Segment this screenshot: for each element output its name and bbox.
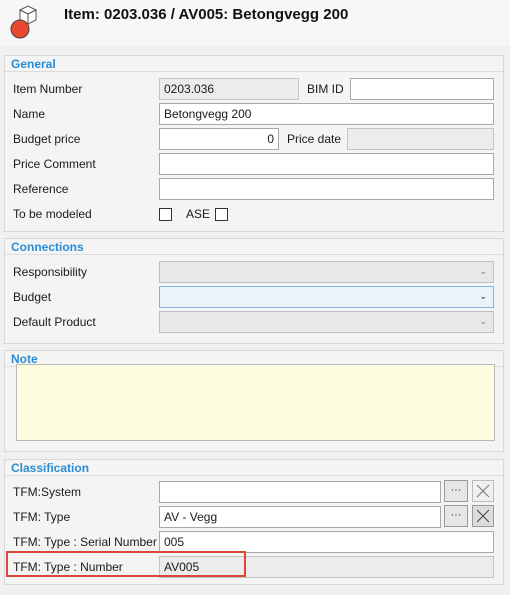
highlight-box	[6, 551, 246, 577]
name-label: Name	[13, 107, 46, 121]
price-comment-label: Price Comment	[13, 157, 96, 171]
tfm-serial-label: TFM: Type : Serial Number	[13, 535, 157, 549]
page-title: Item: 0203.036 / AV005: Betongvegg 200	[64, 6, 349, 23]
price-date-label: Price date	[287, 132, 342, 146]
chevron-down-icon: ⌄	[479, 266, 487, 276]
classification-section-title: Classification	[11, 461, 90, 475]
section-divider	[5, 254, 503, 255]
note-section: Note	[4, 350, 504, 452]
to-be-modeled-label: To be modeled	[13, 207, 92, 221]
responsibility-label: Responsibility	[13, 265, 88, 279]
tfm-system-clear-button[interactable]	[472, 480, 494, 502]
tfm-type-clear-button[interactable]	[472, 505, 494, 527]
budget-dropdown[interactable]: ⌄	[159, 286, 494, 308]
section-divider	[5, 475, 503, 476]
reference-field[interactable]	[159, 178, 494, 200]
budget-label: Budget	[13, 290, 52, 304]
item-number-field: 0203.036	[159, 78, 299, 100]
general-section: General Item Number 0203.036 BIM ID Name…	[4, 55, 504, 232]
tfm-system-browse-button[interactable]: ···	[444, 480, 468, 502]
header: Item: 0203.036 / AV005: Betongvegg 200	[0, 0, 510, 46]
tfm-type-field[interactable]: AV - Vegg	[159, 506, 441, 528]
default-product-label: Default Product	[13, 315, 96, 329]
chevron-down-icon: ⌄	[479, 291, 487, 301]
tfm-system-field[interactable]	[159, 481, 441, 503]
bim-id-label: BIM ID	[307, 82, 344, 96]
budget-price-field[interactable]: 0	[159, 128, 279, 150]
budget-price-label: Budget price	[13, 132, 81, 146]
connections-section: Connections Responsibility ⌄ Budget ⌄ De…	[4, 238, 504, 344]
reference-label: Reference	[13, 182, 69, 196]
responsibility-dropdown[interactable]: ⌄	[159, 261, 494, 283]
name-field[interactable]: Betongvegg 200	[159, 103, 494, 125]
price-date-field	[347, 128, 494, 150]
bim-id-field[interactable]	[350, 78, 494, 100]
close-icon	[476, 509, 490, 523]
chevron-down-icon: ⌄	[479, 316, 487, 326]
to-be-modeled-checkbox[interactable]	[159, 208, 172, 221]
tfm-type-browse-button[interactable]: ···	[444, 505, 468, 527]
tfm-serial-field[interactable]: 005	[159, 531, 494, 553]
item-number-label: Item Number	[13, 82, 83, 96]
connections-section-title: Connections	[11, 240, 84, 254]
tfm-system-label: TFM:System	[13, 485, 81, 499]
general-section-title: General	[11, 57, 56, 71]
close-icon	[476, 484, 490, 498]
ase-label: ASE	[186, 207, 211, 221]
item-cube-icon	[10, 5, 38, 39]
tfm-type-label: TFM: Type	[13, 510, 71, 524]
ase-checkbox[interactable]	[215, 208, 228, 221]
price-comment-field[interactable]	[159, 153, 494, 175]
note-textarea[interactable]	[16, 364, 495, 441]
default-product-dropdown[interactable]: ⌄	[159, 311, 494, 333]
section-divider	[5, 71, 503, 72]
